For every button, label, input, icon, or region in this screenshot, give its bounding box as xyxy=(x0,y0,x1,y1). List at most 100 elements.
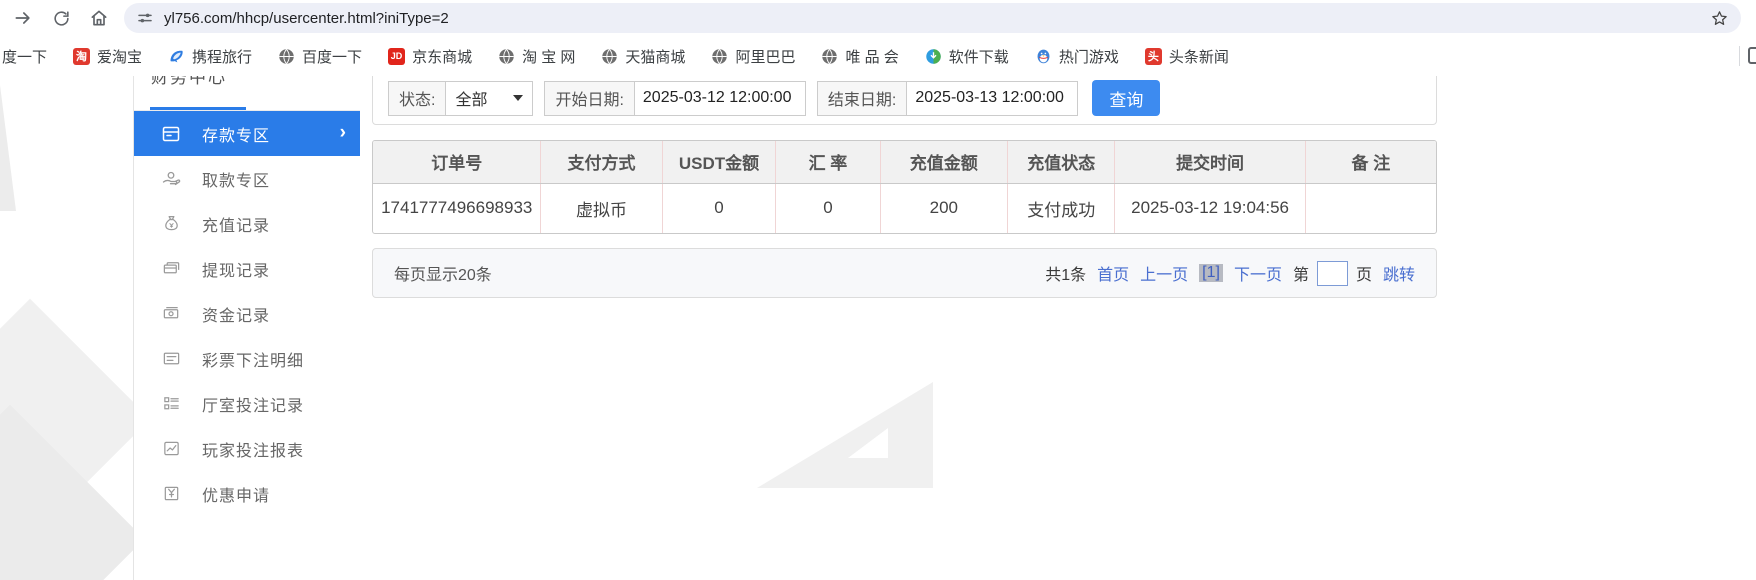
cell-submit-time: 2025-03-12 19:04:56 xyxy=(1114,183,1306,233)
page-jump-input[interactable] xyxy=(1316,260,1348,286)
sidebar-item-deposit[interactable]: 存款专区 › xyxy=(134,111,360,156)
col-header-recharge-status: 充值状态 xyxy=(1007,141,1115,184)
bookmark-label: 阿里巴巴 xyxy=(735,48,796,66)
cell-pay-method: 虚拟币 xyxy=(540,183,663,233)
withdraw-icon xyxy=(161,169,181,189)
site-info-icon[interactable] xyxy=(136,9,154,27)
funds-record-icon xyxy=(161,304,181,324)
penguin-game-icon xyxy=(1035,48,1052,65)
bookmark-item[interactable]: 阿里巴巴 xyxy=(711,46,795,67)
records-table-wrap: 订单号 支付方式 USDT金额 汇 率 充值金额 充值状态 提交时间 备 注 1… xyxy=(372,140,1437,234)
jump-prefix-text: 第 xyxy=(1292,267,1309,284)
sidebar-item-lottery-bets[interactable]: 彩票下注明细 xyxy=(134,336,360,381)
query-button[interactable]: 查询 xyxy=(1092,80,1161,116)
sidebar-section-header: 财务中心 xyxy=(134,76,360,111)
sidebar-item-withdraw[interactable]: 取款专区 xyxy=(134,156,360,201)
bookmark-label: 唯 品 会 xyxy=(845,48,899,66)
bookmarks-divider xyxy=(1739,46,1740,66)
bookmark-label: 京东商城 xyxy=(412,48,473,66)
cell-order-no: 1741777496698933 xyxy=(381,198,533,218)
col-header-remark: 备 注 xyxy=(1304,141,1436,184)
next-page-link[interactable]: 下一页 xyxy=(1234,261,1282,285)
bookmark-item[interactable]: JD 京东商城 xyxy=(388,46,472,67)
home-icon[interactable] xyxy=(86,5,112,31)
start-date-label: 开始日期: xyxy=(544,80,634,116)
bookmark-item[interactable]: 热门游戏 xyxy=(1035,46,1119,67)
bookmarks-bar: 度一下 淘 爱淘宝 携程旅行 百度一下 JD 京东商城 淘 宝 网 天猫商城 阿… xyxy=(0,36,1756,76)
start-date-input[interactable] xyxy=(633,80,806,116)
address-bar[interactable]: yl756.com/hhcp/usercenter.html?iniType=2 xyxy=(124,3,1741,33)
sidebar-item-recharge-record[interactable]: 充值记录 xyxy=(134,201,360,246)
bookmark-label: 头条新闻 xyxy=(1168,48,1229,66)
main-content: 状态: 全部 开始日期: 结束日期: 查询 xyxy=(372,76,1437,580)
bookmark-label: 天猫商城 xyxy=(625,48,686,66)
chevron-right-icon: › xyxy=(339,122,347,143)
bookmark-item[interactable]: 携程旅行 xyxy=(168,46,252,67)
bookmark-item[interactable]: 淘 宝 网 xyxy=(498,46,575,67)
bookmark-item[interactable]: 软件下载 xyxy=(925,46,1009,67)
jump-suffix-text: 页 xyxy=(1355,267,1372,284)
lottery-bet-icon xyxy=(161,349,181,369)
bookmark-label: 度一下 xyxy=(2,48,48,66)
withdrawal-record-icon xyxy=(161,259,181,279)
globe-favicon-icon xyxy=(711,48,728,65)
total-count-text: 共1条 xyxy=(1045,267,1087,284)
col-header-submit-time: 提交时间 xyxy=(1114,141,1306,184)
bookmark-item[interactable]: 天猫商城 xyxy=(601,46,685,67)
cell-remark xyxy=(1304,183,1436,233)
bookmark-star-icon[interactable] xyxy=(1710,9,1729,28)
end-date-input[interactable] xyxy=(906,80,1079,116)
status-select-value: 全部 xyxy=(455,92,488,109)
first-page-link[interactable]: 首页 xyxy=(1097,261,1129,285)
url-text[interactable]: yl756.com/hhcp/usercenter.html?iniType=2 xyxy=(164,10,1710,27)
globe-favicon-icon xyxy=(278,48,295,65)
active-tab-indicator xyxy=(150,107,246,110)
col-header-pay-method: 支付方式 xyxy=(540,141,663,184)
sidebar-item-label: 存款专区 xyxy=(202,127,271,145)
forward-icon[interactable] xyxy=(10,5,36,31)
bookmark-item[interactable]: 头 头条新闻 xyxy=(1144,46,1229,67)
records-table: 订单号 支付方式 USDT金额 汇 率 充值金额 充值状态 提交时间 备 注 1… xyxy=(373,141,1436,233)
table-header-row: 订单号 支付方式 USDT金额 汇 率 充值金额 充值状态 提交时间 备 注 xyxy=(373,141,1436,184)
taobao-icon: 淘 xyxy=(73,47,91,65)
globe-favicon-icon xyxy=(498,48,515,65)
prev-page-link[interactable]: 上一页 xyxy=(1140,261,1188,285)
deposit-icon xyxy=(161,124,181,144)
bookmark-item[interactable]: 唯 品 会 xyxy=(821,46,899,67)
pagination-bar: 每页显示20条 共1条 首页 上一页 [1] 下一页 第 页 跳转 xyxy=(372,248,1437,298)
software-download-icon xyxy=(925,48,942,65)
watermark-shape xyxy=(0,85,16,211)
sidebar-item-label: 厅室投注记录 xyxy=(202,397,305,415)
toutiao-icon: 头 xyxy=(1144,47,1162,65)
filter-panel: 状态: 全部 开始日期: 结束日期: 查询 xyxy=(372,76,1437,125)
sidebar-item-player-report[interactable]: 玩家投注报表 xyxy=(134,426,360,471)
hall-bet-icon xyxy=(161,394,181,414)
cell-recharge-status: 支付成功 xyxy=(1007,183,1115,233)
status-label: 状态: xyxy=(388,80,446,116)
globe-favicon-icon xyxy=(821,48,838,65)
side-panel-icon[interactable] xyxy=(1748,47,1756,64)
browser-toolbar: yl756.com/hhcp/usercenter.html?iniType=2 xyxy=(0,0,1756,36)
status-select[interactable]: 全部 xyxy=(445,80,534,116)
bookmark-item[interactable]: 淘 爱淘宝 xyxy=(73,46,142,67)
reload-icon[interactable] xyxy=(48,5,74,31)
jump-button[interactable]: 跳转 xyxy=(1383,261,1415,285)
bookmark-item[interactable]: 度一下 xyxy=(2,46,47,67)
sidebar-item-label: 取款专区 xyxy=(202,172,271,190)
current-page-badge: [1] xyxy=(1199,264,1223,282)
bookmark-item[interactable]: 百度一下 xyxy=(278,46,362,67)
recharge-record-icon xyxy=(161,214,181,234)
cell-usdt-amount: 0 xyxy=(661,183,776,233)
sidebar-item-label: 充值记录 xyxy=(202,217,271,235)
col-header-order-no: 订单号 xyxy=(373,141,541,184)
sidebar-item-hall-bets[interactable]: 厅室投注记录 xyxy=(134,381,360,426)
page-size-text: 每页显示20条 xyxy=(394,267,492,284)
promo-apply-icon xyxy=(161,484,181,504)
bookmark-label: 百度一下 xyxy=(302,48,363,66)
bookmark-label: 携程旅行 xyxy=(192,48,253,66)
sidebar-item-withdrawal-record[interactable]: 提现记录 xyxy=(134,246,360,291)
sidebar-item-label: 提现记录 xyxy=(202,262,271,280)
cell-rate: 0 xyxy=(775,183,881,233)
sidebar-item-funds-record[interactable]: 资金记录 xyxy=(134,291,360,336)
sidebar-item-promo-apply[interactable]: 优惠申请 xyxy=(134,471,360,516)
